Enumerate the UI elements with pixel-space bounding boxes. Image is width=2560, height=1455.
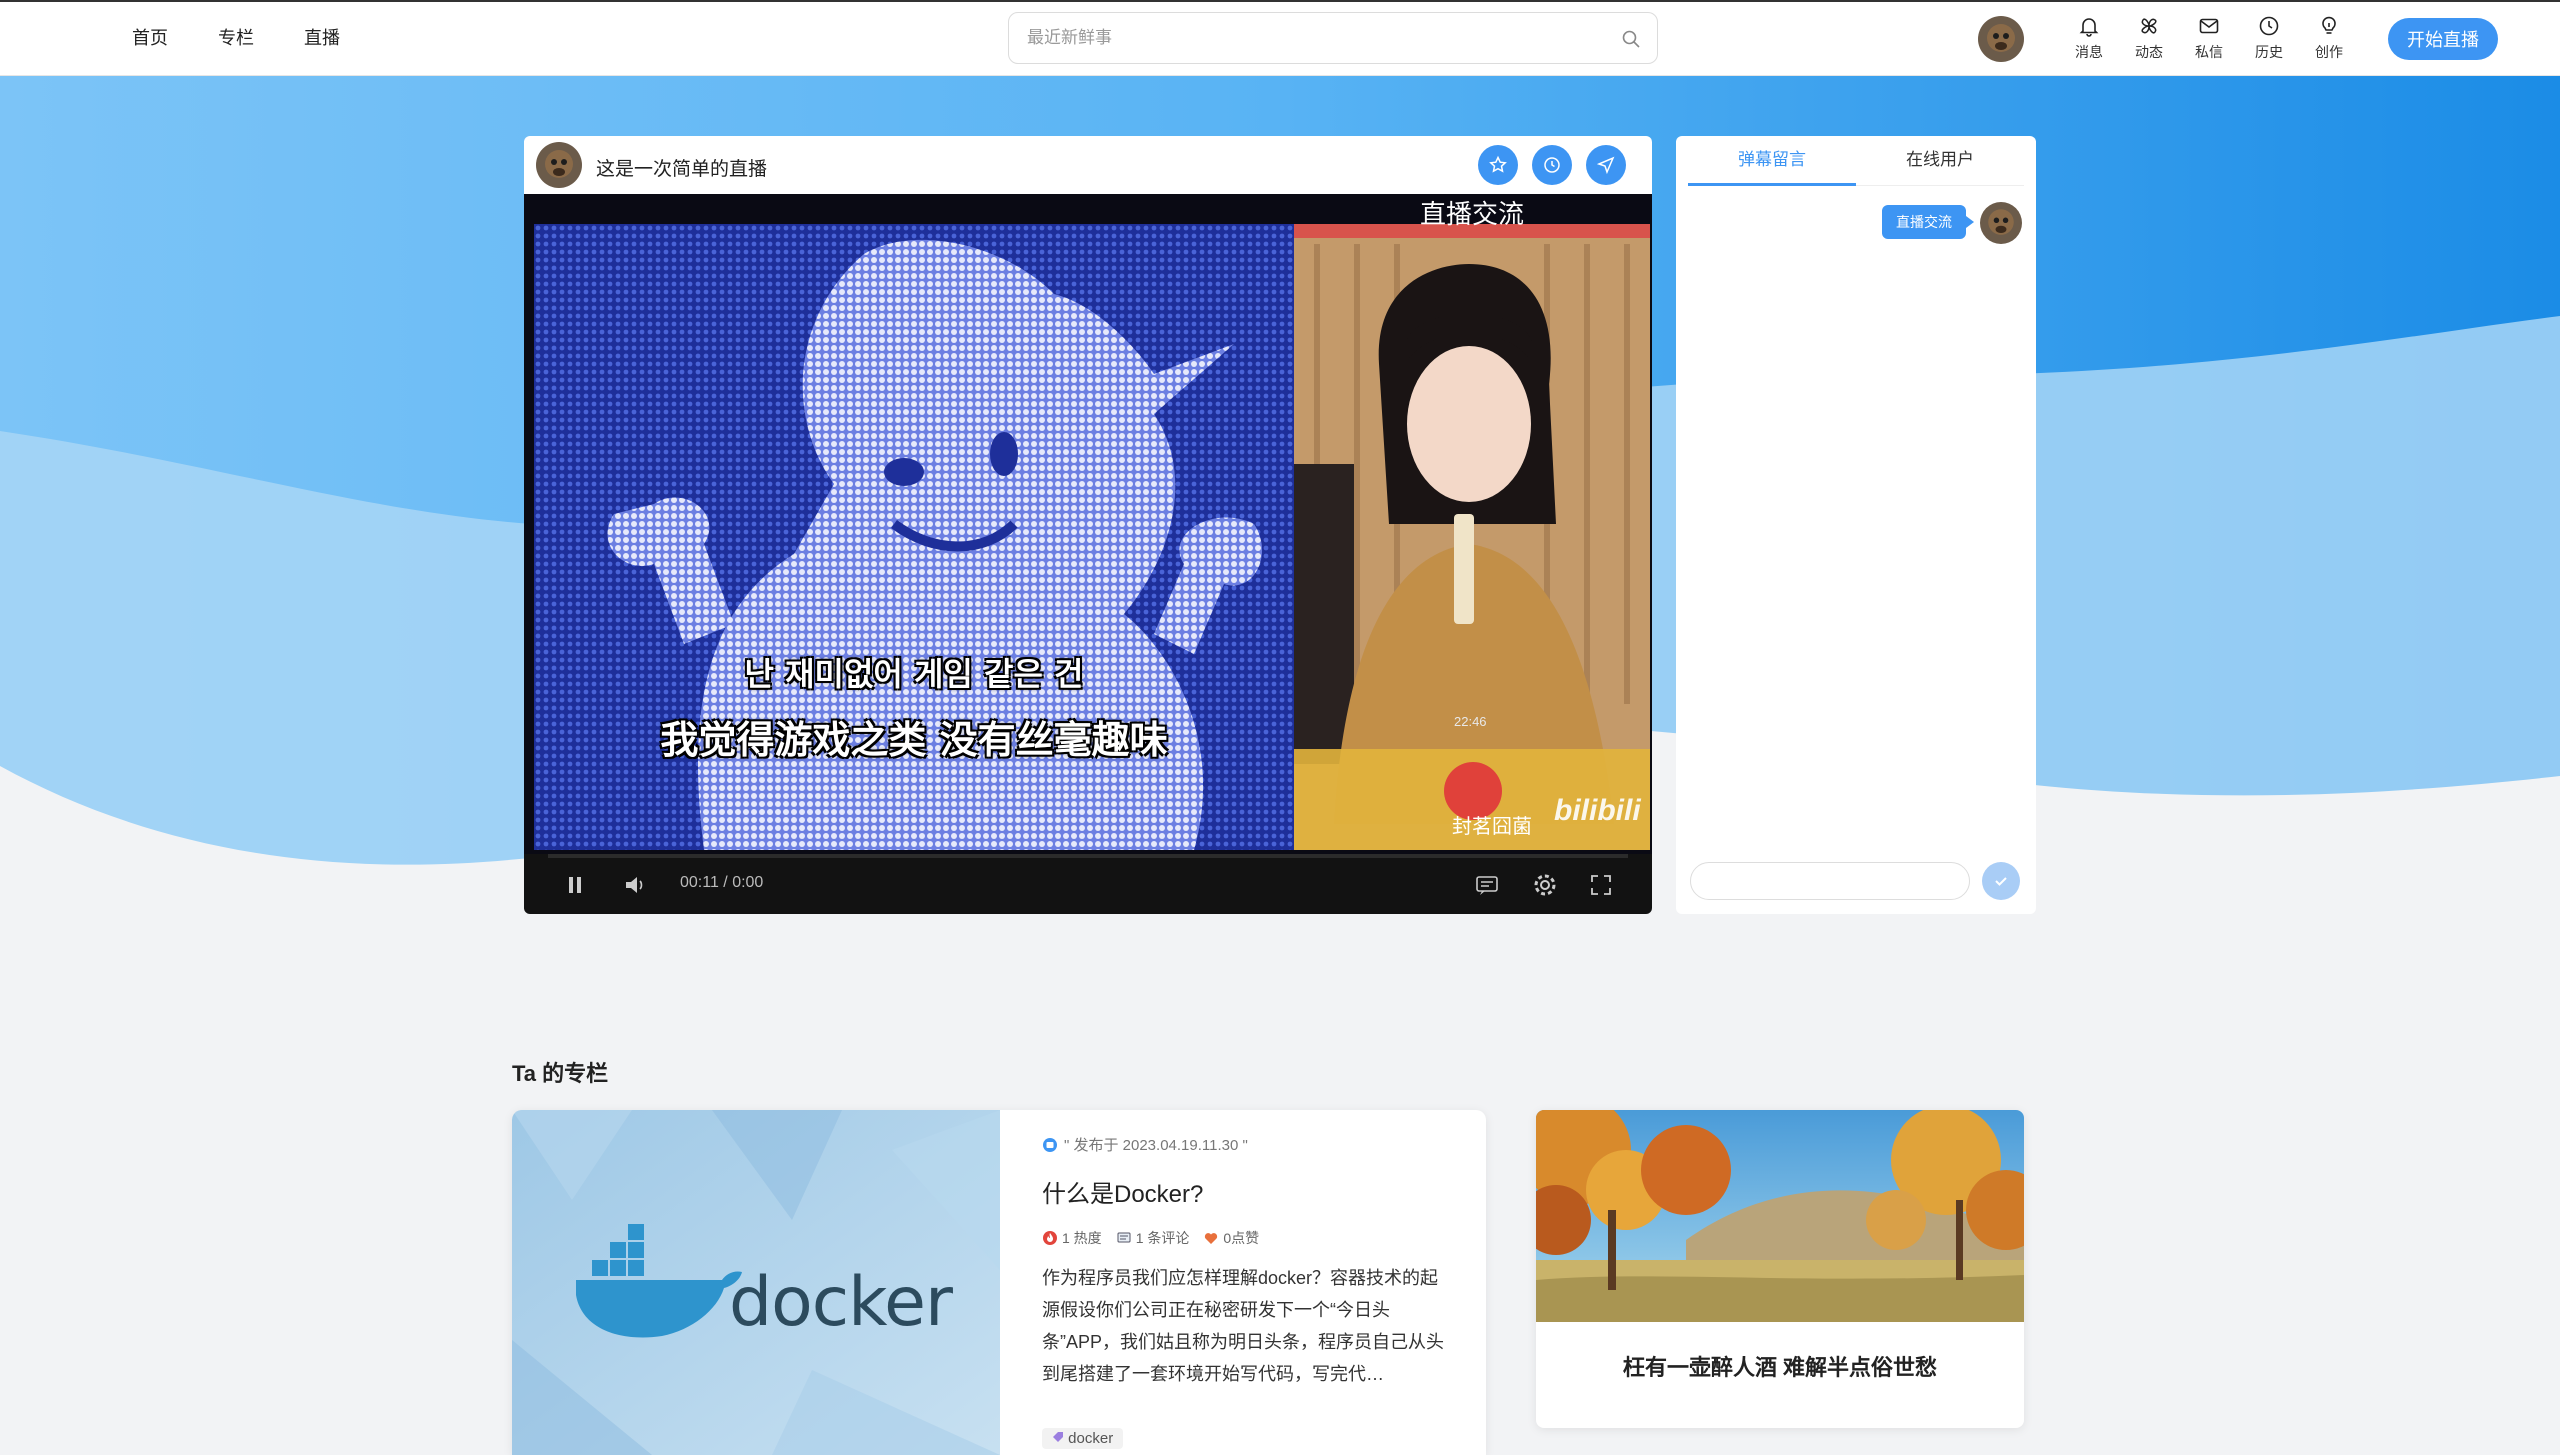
article-summary: 作为程序员我们应怎样理解docker？容器技术的起源假设你们公司正在秘密研发下一… — [1042, 1268, 1445, 1384]
volume-icon[interactable] — [622, 872, 648, 898]
article-tag[interactable]: docker — [1042, 1428, 1124, 1449]
chat-user-avatar[interactable] — [1980, 202, 2022, 244]
comment-stat: 1 条评论 — [1116, 1228, 1190, 1248]
heat-text: 1 热度 — [1062, 1230, 1102, 1246]
top-icon-group: 消息 动态 私信 历史 创作 — [2070, 14, 2348, 62]
progress-bar[interactable] — [548, 854, 1628, 858]
tag-icon — [1053, 1432, 1063, 1442]
direct-message-label: 私信 — [2195, 44, 2223, 60]
history-button[interactable]: 历史 — [2250, 14, 2288, 62]
search-icon[interactable] — [1621, 29, 1641, 49]
direct-message-button[interactable]: 私信 — [2190, 14, 2228, 62]
chat-send-button[interactable] — [1982, 862, 2020, 900]
danmaku-icon[interactable] — [1474, 872, 1500, 898]
side-article-title[interactable]: 枉有一壶醉人酒 难解半点俗世愁 — [1536, 1350, 2024, 1382]
heart-icon — [1205, 1233, 1218, 1244]
create-button[interactable]: 创作 — [2310, 14, 2348, 62]
like-text: 0点赞 — [1223, 1230, 1260, 1246]
article-card-autumn[interactable]: 枉有一壶醉人酒 难解半点俗世愁 — [1536, 1110, 2024, 1428]
comment-text: 1 条评论 — [1135, 1230, 1190, 1246]
bulb-icon — [2322, 16, 2336, 34]
playback-time: 00:11 / 0:00 — [680, 874, 764, 891]
player-header: 这是一次简单的直播 — [524, 136, 1652, 194]
like-stat: 0点赞 — [1203, 1228, 1259, 1248]
comment-icon — [1117, 1232, 1131, 1243]
section-title-columns: Ta 的专栏 — [512, 1061, 609, 1086]
calendar-icon — [1043, 1137, 1057, 1152]
fullscreen-icon[interactable] — [1588, 872, 1614, 898]
star-icon — [1489, 155, 1507, 173]
video-frame-camera — [1294, 224, 1650, 850]
nav-live[interactable]: 直播 — [304, 24, 340, 50]
mail-icon — [2199, 18, 2219, 34]
start-live-button[interactable]: 开始直播 — [2388, 18, 2498, 60]
activity-button[interactable]: 动态 — [2130, 14, 2168, 62]
activity-label: 动态 — [2135, 44, 2163, 60]
chat-tabs: 弹幕留言 在线用户 — [1688, 136, 2024, 186]
heat-stat: 1 热度 — [1042, 1228, 1102, 1248]
article-date-text: " 发布于 2023.04.19.11.30 " — [1064, 1137, 1248, 1154]
messages-label: 消息 — [2075, 44, 2103, 60]
user-avatar[interactable] — [1978, 16, 2024, 62]
history-action-button[interactable] — [1532, 145, 1572, 185]
article-stats: 1 热度 1 条评论 0点赞 — [1042, 1228, 1259, 1248]
settings-gear-icon[interactable] — [1532, 872, 1558, 898]
chat-input[interactable] — [1690, 862, 1970, 900]
article-date: " 发布于 2023.04.19.11.30 " — [1042, 1134, 1248, 1155]
video-top-caption: 直播交流 — [1419, 200, 1524, 230]
clock-icon — [1544, 157, 1560, 173]
check-icon — [1995, 877, 2007, 886]
chat-message: 直播交流 — [1882, 205, 1974, 239]
bell-icon — [2079, 18, 2099, 37]
search-input[interactable] — [1027, 13, 1587, 63]
live-player-card: 这是一次简单的直播 直播交流 난 재미없어 게임 같은 건 我觉得游戏之类 没有… — [524, 136, 1652, 914]
subtitle-chinese: 我觉得游戏之类 没有丝毫趣味 — [660, 718, 1168, 762]
clock-icon — [2259, 16, 2279, 36]
video-screen[interactable]: 直播交流 난 재미없어 게임 같은 건 我觉得游戏之类 没有丝毫趣味 22:46… — [524, 194, 1652, 854]
nav-columns[interactable]: 专栏 — [218, 24, 254, 50]
pinwheel-icon — [2141, 18, 2157, 34]
video-call-time: 22:46 — [1454, 714, 1487, 729]
video-watermark-logo: bilibili — [1554, 794, 1641, 827]
send-icon — [1596, 156, 1615, 175]
subtitle-korean: 난 재미없어 게임 같은 건 — [744, 655, 1084, 693]
docker-logo-text: docker — [729, 1263, 953, 1342]
pause-icon[interactable] — [562, 872, 588, 898]
video-watermark-name: 封茗囧菌 — [1452, 814, 1532, 838]
live-chat-panel: 弹幕留言 在线用户 直播交流 — [1676, 136, 2036, 914]
nav-home[interactable]: 首页 — [132, 24, 168, 50]
article-card-docker[interactable]: docker " 发布于 2023.04.19.11.30 " 什么是Docke… — [512, 1110, 1486, 1455]
player-actions — [1478, 145, 1626, 185]
article-cover-autumn — [1536, 1110, 2024, 1322]
player-controls: 00:11 / 0:00 — [524, 854, 1652, 914]
live-title: 这是一次简单的直播 — [596, 159, 768, 180]
streamer-avatar[interactable] — [536, 142, 582, 188]
favorite-button[interactable] — [1478, 145, 1518, 185]
create-label: 创作 — [2315, 44, 2343, 60]
messages-button[interactable]: 消息 — [2070, 14, 2108, 62]
tab-danmaku[interactable]: 弹幕留言 — [1688, 136, 1856, 186]
history-label: 历史 — [2255, 44, 2283, 60]
tab-online-users[interactable]: 在线用户 — [1856, 136, 2024, 185]
top-navbar: 首页 专栏 直播 消息 动态 私信 历史 — [0, 0, 2560, 76]
share-button[interactable] — [1586, 145, 1626, 185]
article-title[interactable]: 什么是Docker? — [1042, 1174, 1203, 1209]
search-box — [1008, 12, 1658, 64]
article-tag-label: docker — [1068, 1430, 1114, 1447]
fire-icon — [1043, 1231, 1057, 1245]
main-nav: 首页 专栏 直播 — [132, 24, 340, 50]
